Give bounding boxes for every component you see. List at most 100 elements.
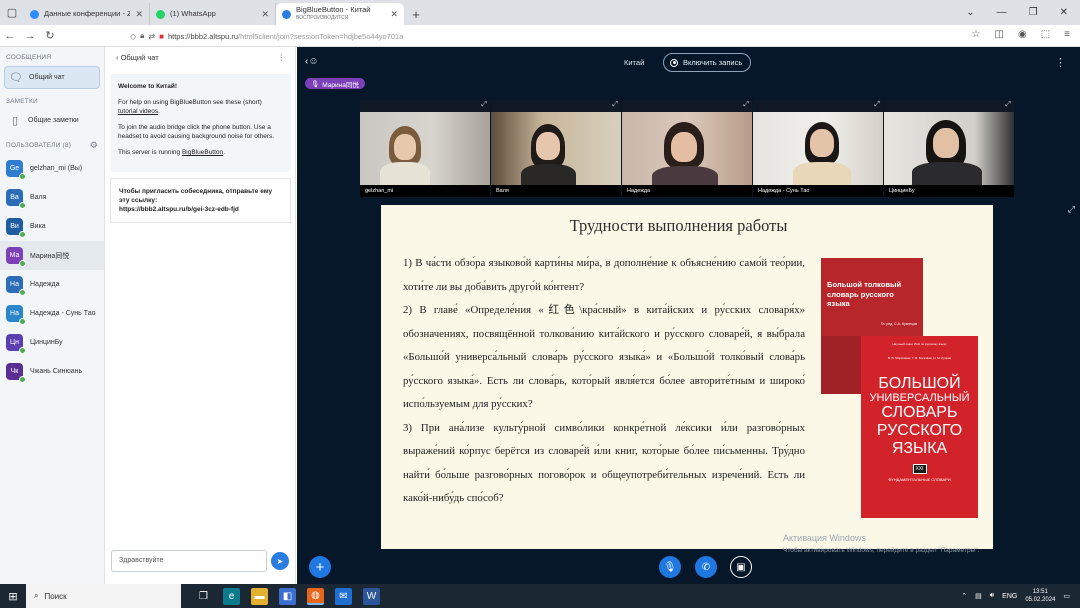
task-view-icon[interactable]: ❒ [195,588,212,605]
actions-plus-button[interactable]: + [309,556,331,578]
record-button[interactable]: Включить запись [663,53,751,72]
restore-icon[interactable]: ❐ [1029,7,1038,18]
network-icon[interactable]: ▤ [975,592,982,600]
webcam-tile[interactable]: ⤢ gelzhan_mi [360,100,490,197]
tutorial-videos-link[interactable]: tutorial videos [118,108,158,115]
avatar-initials: Чк [10,368,19,375]
tab-bigbluebutton[interactable]: BigBlueButton - Китай ВОСПРОИЗВОДИТСЯ ✕ [276,3,404,25]
mail-icon[interactable]: ✉ [335,587,352,605]
notifications-icon[interactable]: ▭ [1063,592,1070,600]
toggle-user-list-icon[interactable]: ‹☺ [305,56,319,67]
expand-icon[interactable]: ⤢ [1005,101,1011,109]
new-tab-icon[interactable]: + [404,3,428,25]
user-name: Марина同悦 [30,252,70,260]
account-icon[interactable]: ◉ [1018,29,1027,40]
permissions-icon[interactable]: ⇄ [148,32,155,41]
tab-zoom[interactable]: Данные конференции - Zoom ✕ [24,3,150,25]
chat-message-input[interactable]: Здравствуйте [111,550,267,572]
word-icon[interactable]: W [363,587,380,605]
language-indicator[interactable]: ENG [1002,593,1017,600]
webcam-feed [884,112,1014,187]
gear-icon[interactable]: ⚙ [90,140,98,151]
volume-icon[interactable]: 🔊︎ [990,592,994,600]
talking-indicator[interactable]: 🎙︎ Марина同悦 [305,78,365,89]
bookmark-star-icon[interactable]: ☆ [972,29,981,40]
shield-icon[interactable]: ◇ [130,32,136,41]
reload-icon[interactable]: ↻ [40,29,60,42]
file-explorer-icon[interactable]: ▬ [251,587,268,605]
share-webcam-button[interactable]: ▣ [730,556,752,578]
avatar-initials: Ма [9,252,20,259]
tab-title-text: BigBlueButton - Китай [296,6,371,14]
options-menu-icon[interactable]: ⋮ [1055,56,1066,69]
avatar-initials: Цн [9,339,20,346]
expand-icon[interactable]: ⤢ [612,101,618,109]
book2-authors: В. В. Морковкин, Г. Ф. Богачёва, Н. М. Л… [887,356,952,360]
book2-badge: XXI [912,464,927,474]
webcam-tile[interactable]: ⤢ ЦинцинБу [884,100,1014,197]
user-list-item[interactable]: На Надежда [0,270,104,299]
user-name: gelzhan_mi (Вы) [30,165,83,172]
mute-button[interactable]: 🎙︎ [659,556,681,578]
bigbluebutton-link[interactable]: BigBlueButton [182,149,223,156]
tab-actions-icon[interactable]: ▢ [0,0,24,25]
welcome-message: Welcome to Китай! For help on using BigB… [110,74,291,172]
webcam-tile[interactable]: ⤢ Валя [491,100,621,197]
fullscreen-presentation-icon[interactable]: ⤢ [1068,204,1075,215]
book2-title-line1: БОЛЬШОЙ [878,375,961,392]
menu-icon[interactable]: ≡ [1064,29,1070,40]
tab-whatsapp[interactable]: (1) WhatsApp ✕ [150,3,276,25]
firefox-icon[interactable]: ◍ [307,587,324,605]
url-path: /html5client/join?sessionToken=hdjbe5o44… [238,31,404,41]
chat-back-button[interactable]: ‹ Общий чат [116,53,159,62]
edge-icon[interactable]: e [223,587,240,605]
invite-text: Чтобы пригласить собеседника, отправьте … [119,188,273,204]
webcam-tile[interactable]: ⤢ Надежда [622,100,752,197]
shared-notes-item[interactable]: ▯ Общие заметки [4,110,100,131]
user-name: Чжань Синюань [30,368,83,375]
audio-status-icon [19,318,26,325]
invite-link[interactable]: https://bbb2.altspu.ru/b/gei-3cz-edb-fjd [119,205,282,214]
expand-icon[interactable]: ⤢ [874,101,880,109]
chat-icon: 🗨︎ [9,72,23,84]
user-list-item[interactable]: Чк Чжань Синюань [0,357,104,386]
expand-icon[interactable]: ⤢ [481,101,487,109]
clock[interactable]: 13:51 05.02.2024 [1025,588,1055,604]
user-list-item[interactable]: Ва Валя [0,183,104,212]
lock-icon[interactable]: 🔒︎ [140,31,144,41]
webcam-tile[interactable]: ⤢ Надежда - Сунь Тао [753,100,883,197]
help-text-a: For help on using BigBlueButton see thes… [118,99,262,106]
send-message-button[interactable]: ➤ [271,552,289,570]
user-list-item[interactable]: Ge gelzhan_mi (Вы) [0,154,104,183]
store-icon[interactable]: ◧ [279,587,296,605]
user-list-item[interactable]: Ви Вика [0,212,104,241]
close-window-icon[interactable]: ✕ [1060,7,1068,18]
room-name: Китай [624,58,645,67]
user-list-item[interactable]: На Надежда - Сунь Тао [0,299,104,328]
windows-start-icon[interactable]: ⊞ [0,584,26,608]
user-list-item[interactable]: Ма Марина同悦 [0,241,104,270]
extensions-icon[interactable]: ⬚ [1041,29,1050,40]
user-name: Вика [30,223,46,230]
avatar-initials: Ви [10,223,19,230]
audio-status-icon [19,231,26,238]
chat-options-icon[interactable]: ⋮ [278,53,286,62]
close-tab-icon[interactable]: ✕ [390,9,398,20]
forward-icon[interactable]: → [20,30,40,42]
show-hidden-icons-icon[interactable]: ⌃ [961,592,967,600]
avatar-initials: Ge [9,165,20,172]
address-bar[interactable]: ◇ 🔒︎ ⇄ ■ https://bbb2.altspu.ru/html5cli… [130,29,930,43]
taskbar-search[interactable]: ⌕ Поиск [26,584,181,608]
minimize-icon[interactable]: — [997,7,1007,18]
video-camera-icon: ▣ [736,561,746,573]
close-tab-icon[interactable]: ✕ [135,9,143,20]
public-chat-item[interactable]: 🗨︎ Общий чат [4,66,100,89]
expand-icon[interactable]: ⤢ [743,101,749,109]
user-list-item[interactable]: Цн ЦинцинБу [0,328,104,357]
leave-audio-button[interactable]: ✆ [695,556,717,578]
pocket-icon[interactable]: ◫ [995,29,1004,40]
close-tab-icon[interactable]: ✕ [261,9,269,20]
back-icon[interactable]: ← [0,30,20,42]
tab-search-icon[interactable]: ⌄ [966,7,974,18]
camera-indicator-icon[interactable]: ■ [159,32,164,41]
